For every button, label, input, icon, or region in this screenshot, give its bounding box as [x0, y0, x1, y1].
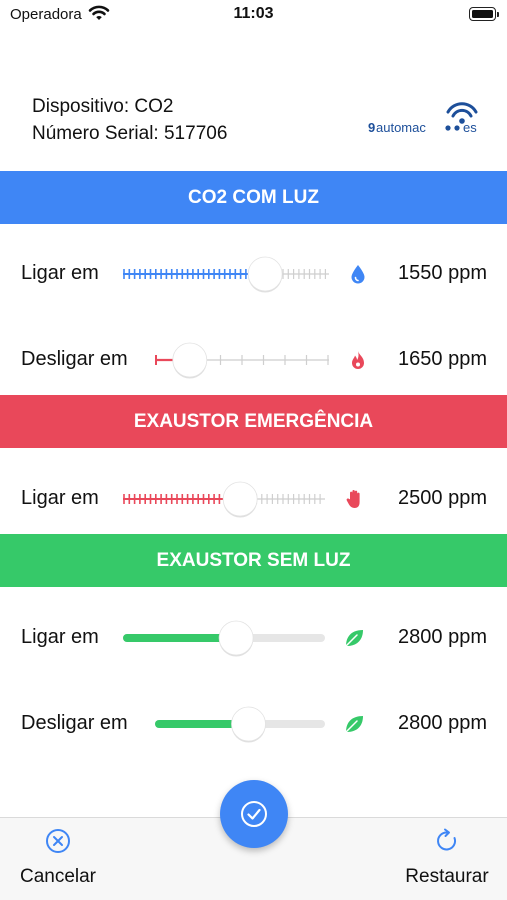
slider-thumb: [218, 620, 254, 656]
cancel-label: Cancelar: [19, 866, 97, 887]
emergency-on-slider[interactable]: [123, 479, 325, 519]
slider-thumb: [172, 342, 208, 378]
slider-thumb: [222, 481, 258, 517]
section-header-co2: CO2 COM LUZ: [0, 171, 507, 224]
cancel-button[interactable]: Cancelar: [12, 826, 104, 892]
co2-off-label: Desligar em: [21, 348, 128, 370]
no-light-off-value: 2800 ppm: [398, 712, 487, 734]
water-drop-icon: [347, 263, 369, 285]
flame-icon: [347, 349, 369, 371]
check-circle-icon: [241, 801, 267, 827]
emergency-on-row: Ligar em 2500 ppm: [0, 479, 507, 519]
status-time: 11:03: [233, 5, 274, 22]
slider-thumb: [231, 706, 266, 742]
section-header-emergency: EXAUSTOR EMERGÊNCIA: [0, 395, 507, 448]
restore-label: Restaurar: [405, 866, 489, 887]
no-light-on-value: 2800 ppm: [398, 626, 487, 648]
emergency-on-label: Ligar em: [21, 487, 99, 509]
slider-thumb: [247, 256, 283, 292]
leaf-icon: [343, 627, 365, 649]
confirm-button[interactable]: [220, 780, 288, 848]
emergency-on-value: 2500 ppm: [398, 487, 487, 509]
leaf-icon: [343, 713, 365, 735]
device-serial: Número Serial: 517706: [32, 123, 228, 144]
company-logo: 9 automac es: [368, 102, 490, 140]
no-light-off-label: Desligar em: [21, 712, 128, 734]
section-header-no-light: EXAUSTOR SEM LUZ: [0, 534, 507, 587]
svg-text:es: es: [463, 120, 477, 135]
co2-off-slider[interactable]: [155, 340, 329, 380]
refresh-icon: [398, 828, 496, 860]
svg-text:9: 9: [368, 120, 375, 135]
status-bar: Operadora 11:03: [0, 0, 507, 30]
cancel-circle-icon: [12, 828, 104, 860]
device-name: Dispositivo: CO2: [32, 96, 174, 117]
no-light-on-slider[interactable]: [123, 618, 325, 658]
no-light-on-label: Ligar em: [21, 626, 99, 648]
co2-on-slider[interactable]: [123, 254, 329, 294]
no-light-on-row: Ligar em 2800 ppm: [0, 618, 507, 658]
co2-off-value: 1650 ppm: [398, 348, 487, 370]
co2-on-value: 1550 ppm: [398, 262, 487, 284]
svg-text:automac: automac: [376, 120, 426, 135]
co2-on-row: Ligar em 1550 ppm: [0, 254, 507, 294]
restore-button[interactable]: Restaurar: [398, 826, 496, 892]
hand-stop-icon: [344, 488, 366, 510]
battery-icon: [469, 7, 499, 21]
no-light-off-slider[interactable]: [155, 704, 325, 744]
co2-off-row: Desligar em 1650 ppm: [0, 340, 507, 380]
co2-on-label: Ligar em: [21, 262, 99, 284]
no-light-off-row: Desligar em 2800 ppm: [0, 704, 507, 744]
device-info: Dispositivo: CO2 Número Serial: 517706: [32, 93, 227, 147]
